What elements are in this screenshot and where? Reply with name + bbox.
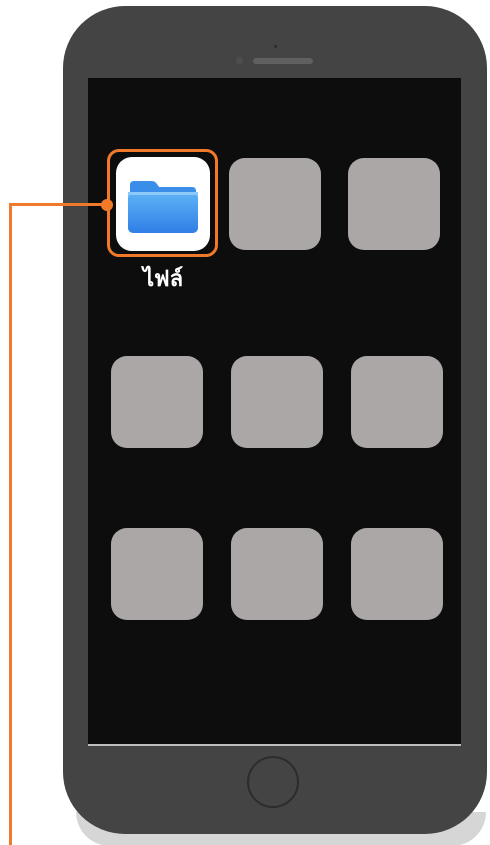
app-placeholder[interactable] [351,356,443,448]
home-button[interactable] [247,756,299,808]
app-placeholder[interactable] [111,356,203,448]
proximity-sensor [274,45,277,48]
screen-bottom-edge [88,744,461,746]
files-app-label: ไฟล์ [142,267,184,292]
tutorial-illustration: ไฟล์ [0,0,490,845]
earpiece-speaker [253,58,313,64]
callout-line-vertical [9,203,12,845]
front-camera [236,57,243,64]
app-placeholder[interactable] [111,528,203,620]
app-placeholder[interactable] [348,158,440,250]
highlight-box [107,149,218,257]
app-placeholder[interactable] [351,528,443,620]
app-placeholder[interactable] [231,356,323,448]
callout-dot [101,199,113,211]
app-placeholder[interactable] [231,528,323,620]
app-placeholder[interactable] [229,158,321,250]
callout-line-horizontal [9,203,105,206]
